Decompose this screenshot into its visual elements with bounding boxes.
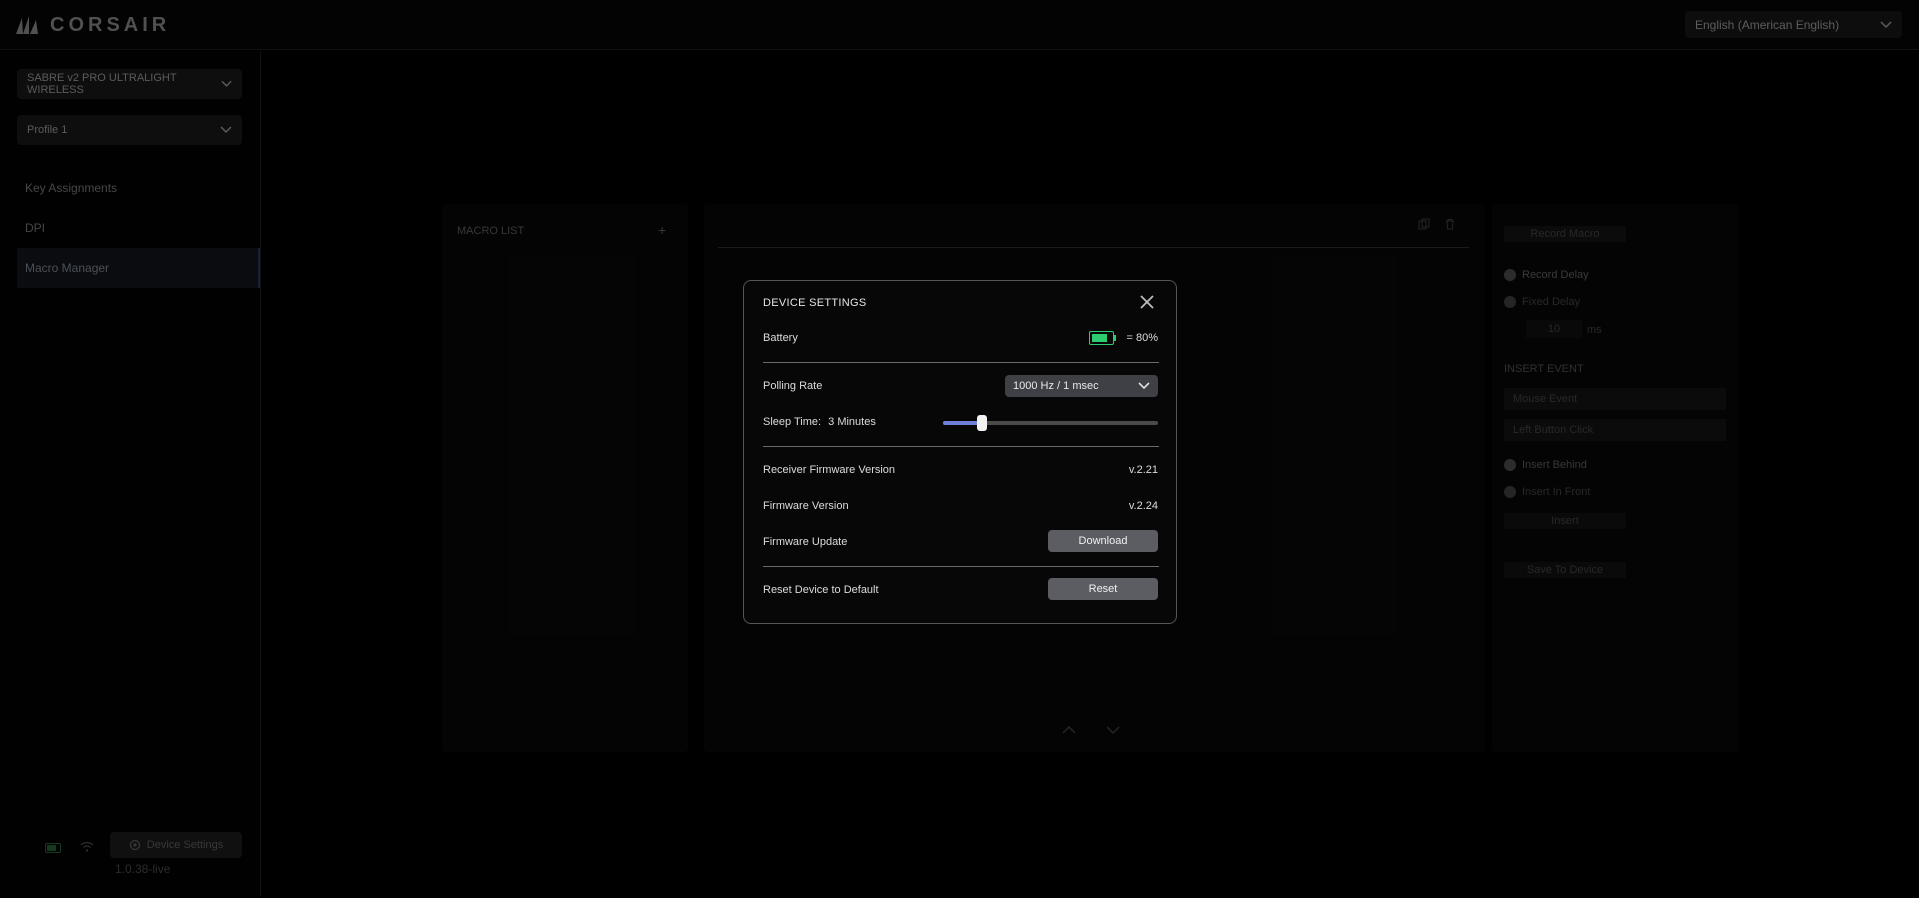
reset-button[interactable]: Reset: [1048, 578, 1158, 600]
battery-icon: [1089, 331, 1117, 345]
polling-rate-select[interactable]: 1000 Hz / 1 msec: [1005, 375, 1158, 397]
dialog-title: DEVICE SETTINGS: [763, 297, 867, 309]
reset-label: Reset Device to Default: [763, 584, 879, 596]
device-settings-dialog: DEVICE SETTINGS Battery = 80% Polling Ra…: [743, 280, 1177, 624]
fw-update-label: Firmware Update: [763, 536, 848, 548]
chevron-down-icon: [1138, 382, 1150, 390]
receiver-fw-value: v.2.21: [1128, 464, 1158, 476]
polling-rate-label: Polling Rate: [763, 380, 823, 392]
sleep-time-value: 3 Minutes: [828, 416, 876, 428]
slider-thumb[interactable]: [976, 415, 987, 431]
divider: [763, 566, 1159, 567]
close-icon[interactable]: [1138, 293, 1156, 311]
battery-label: Battery: [763, 332, 798, 344]
divider: [763, 362, 1159, 363]
sleep-time-row: Sleep Time: 3 Minutes: [763, 416, 876, 428]
sleep-time-slider[interactable]: [943, 415, 1158, 431]
battery-percent: = 80%: [1126, 332, 1159, 344]
sleep-time-label: Sleep Time:: [763, 416, 822, 428]
slider-fill: [943, 421, 982, 425]
polling-rate-value: 1000 Hz / 1 msec: [1013, 380, 1099, 392]
download-button[interactable]: Download: [1048, 530, 1158, 552]
fw-value: v.2.24: [1128, 500, 1158, 512]
receiver-fw-label: Receiver Firmware Version: [763, 464, 896, 476]
divider: [763, 446, 1159, 447]
fw-label: Firmware Version: [763, 500, 849, 512]
